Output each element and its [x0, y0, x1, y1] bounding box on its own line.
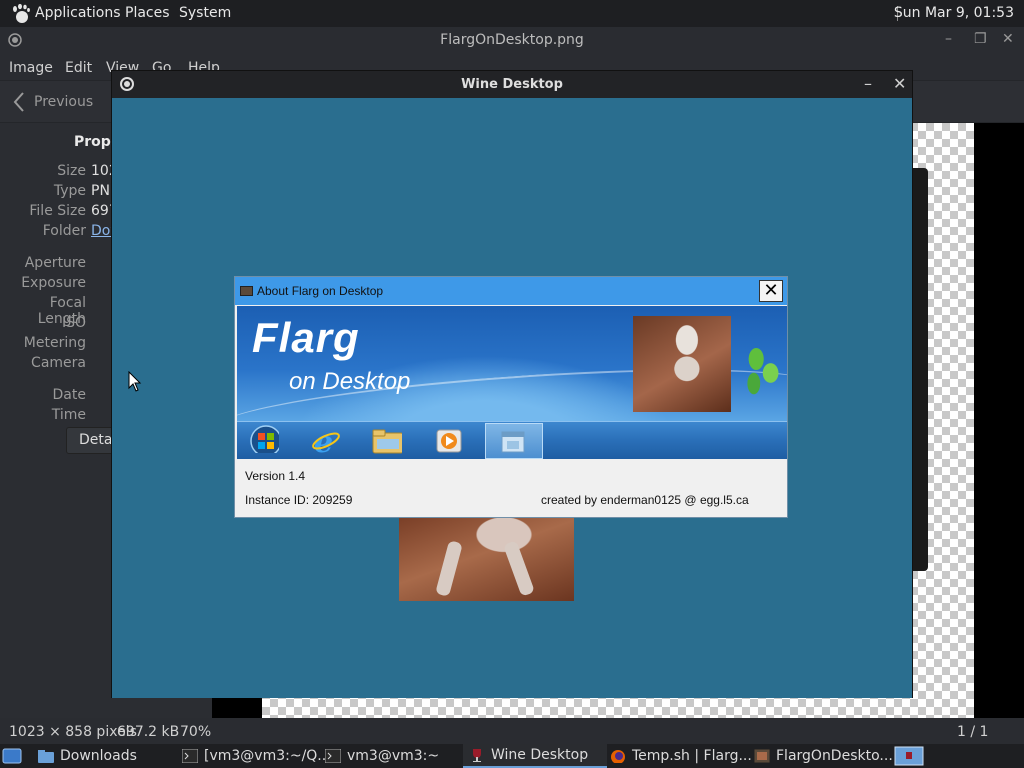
image-viewer-titlebar: FlargOnDesktop.png – ❐ ✕	[0, 27, 1024, 54]
about-banner: Flarg on Desktop	[237, 306, 787, 421]
gnome-foot-icon[interactable]	[11, 3, 31, 24]
task-label: [vm3@vm3:~/Q...	[204, 748, 331, 764]
status-file-size: 697.2 kB	[117, 724, 180, 740]
places-menu[interactable]: Places	[125, 5, 170, 21]
mouse-cursor-icon	[128, 371, 142, 392]
about-close-button[interactable]: ✕	[759, 280, 783, 302]
bottom-panel: Downloads [vm3@vm3:~/Q... vm3@vm3:~ Wine…	[0, 744, 1024, 768]
firefox-icon	[611, 750, 625, 763]
task-firefox[interactable]: Temp.sh | Flarg...	[610, 744, 752, 768]
applications-menu[interactable]: Applications	[35, 5, 121, 21]
prop-label-metering: Metering	[23, 335, 86, 351]
task-label: Temp.sh | Flarg...	[632, 748, 752, 764]
image-viewer-statusbar: 1023 × 858 pixels 697.2 kB 70% 1 / 1	[0, 718, 1024, 744]
app-icon	[240, 286, 253, 296]
menu-image[interactable]: Image	[9, 60, 53, 76]
prop-label-date: Date	[52, 387, 86, 403]
minimize-icon[interactable]: –	[945, 31, 952, 47]
task-terminal-1[interactable]: [vm3@vm3:~/Q...	[182, 744, 331, 768]
instance-id-text: Instance ID: 209259	[245, 493, 353, 507]
task-terminal-2[interactable]: vm3@vm3:~	[325, 744, 439, 768]
task-label: Wine Desktop	[491, 747, 589, 763]
prop-label-camera: Camera	[31, 355, 86, 371]
maximize-icon[interactable]: ❐	[974, 31, 987, 47]
prop-label-aperture: Aperture	[24, 255, 86, 271]
folder-icon	[38, 750, 54, 763]
previous-label: Previous	[34, 94, 94, 110]
menu-edit[interactable]: Edit	[65, 60, 92, 76]
task-downloads[interactable]: Downloads	[38, 744, 137, 768]
prop-label-time: Time	[51, 407, 86, 423]
wine-title: Wine Desktop	[461, 77, 563, 92]
close-icon[interactable]: ✕	[893, 74, 906, 93]
flarg-photo	[633, 316, 731, 412]
prop-label-type: Type	[53, 183, 86, 199]
task-label: FlargOnDeskto...	[776, 748, 893, 764]
prop-label-exposure: Exposure	[21, 275, 86, 291]
task-label: Downloads	[60, 748, 137, 764]
prop-label-iso: ISO	[61, 315, 86, 331]
prop-label-size: Size	[57, 163, 86, 179]
top-panel: Applications Places System Sun Mar 9, 01…	[0, 0, 1024, 27]
terminal-icon	[182, 749, 198, 763]
flarg-creature-image[interactable]	[399, 518, 574, 601]
status-zoom: 70%	[180, 724, 212, 740]
about-dialog: About Flarg on Desktop ✕ Flarg on Deskto…	[234, 276, 788, 518]
media-player-icon	[436, 429, 462, 453]
about-dialog-title: About Flarg on Desktop	[257, 284, 384, 298]
taskbar-active-app	[485, 423, 543, 459]
image-viewer-icon	[754, 749, 770, 763]
image-viewer-title: FlargOnDesktop.png	[440, 32, 584, 48]
system-menu[interactable]: System	[179, 5, 231, 21]
internet-explorer-icon: e	[312, 427, 340, 455]
logo-flarg: Flarg	[252, 314, 360, 361]
task-label: vm3@vm3:~	[347, 748, 440, 764]
show-desktop-icon[interactable]	[2, 747, 22, 765]
clock[interactable]: Sun Mar 9, 01:53	[894, 5, 1014, 21]
chevron-left-icon	[13, 92, 24, 112]
previous-button[interactable]: Previous	[12, 90, 93, 114]
explorer-folder-icon	[372, 429, 402, 454]
banner-taskbar: e	[237, 421, 787, 459]
status-page: 1 / 1	[957, 724, 989, 740]
logo-on-desktop: on Desktop	[289, 368, 411, 395]
terminal-icon	[325, 749, 341, 763]
prop-label-folder: Folder	[42, 223, 86, 239]
leaf-decoration	[737, 331, 785, 401]
task-wine-desktop[interactable]: Wine Desktop	[463, 744, 607, 768]
about-dialog-titlebar[interactable]: About Flarg on Desktop	[235, 277, 787, 305]
app-window-icon	[501, 431, 525, 453]
version-text: Version 1.4	[245, 469, 306, 483]
minimize-icon[interactable]: –	[864, 74, 872, 93]
workspace-switcher-icon[interactable]	[894, 746, 924, 766]
close-icon[interactable]: ✕	[1002, 31, 1014, 47]
wine-titlebar[interactable]: Wine Desktop – ✕	[112, 71, 912, 98]
prop-label-file-size: File Size	[29, 203, 86, 219]
windows-start-orb-icon	[250, 425, 279, 453]
credit-text: created by enderman0125 @ egg.l5.ca	[541, 493, 749, 507]
wine-icon	[473, 749, 481, 762]
task-image-viewer[interactable]: FlargOnDeskto...	[754, 744, 893, 768]
